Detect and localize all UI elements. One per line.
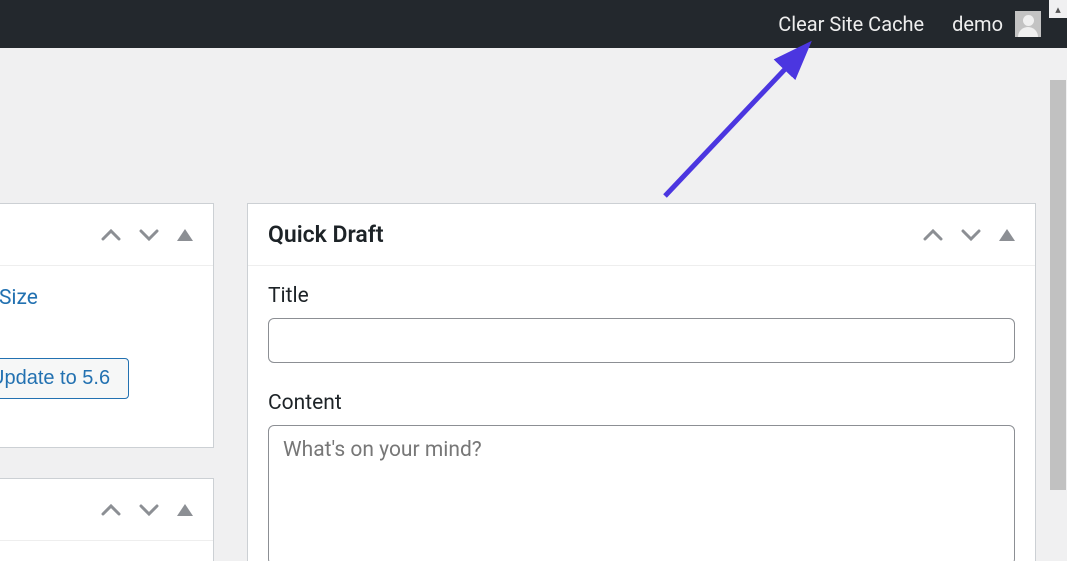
- move-down-icon[interactable]: [139, 228, 159, 242]
- avatar-icon: [1015, 11, 1041, 37]
- username-label: demo: [952, 12, 1003, 36]
- admin-topbar: Clear Site Cache demo: [0, 0, 1067, 48]
- move-up-icon[interactable]: [923, 228, 943, 242]
- title-label: Title: [268, 284, 1015, 308]
- quick-draft-widget: Quick Draft Title Content: [247, 203, 1036, 561]
- update-button[interactable]: Update to 5.6: [0, 358, 129, 399]
- move-down-icon[interactable]: [139, 503, 159, 517]
- theme-size-link[interactable]: ne Size: [0, 286, 38, 310]
- scrollbar-up-arrow-icon[interactable]: ▴: [1049, 0, 1067, 18]
- toggle-icon[interactable]: [177, 504, 193, 516]
- left-widget: ne Size Update to 5.6: [0, 203, 214, 448]
- content-label: Content: [268, 391, 1015, 415]
- user-menu[interactable]: demo: [938, 11, 1055, 37]
- title-input[interactable]: [268, 318, 1015, 363]
- widget-header: Quick Draft: [248, 204, 1035, 266]
- scrollbar-thumb[interactable]: [1050, 80, 1066, 490]
- left-widget-bottom: [0, 478, 214, 561]
- clear-cache-link[interactable]: Clear Site Cache: [764, 12, 938, 36]
- widget-header: [0, 479, 213, 541]
- widget-header: [0, 204, 213, 266]
- toggle-icon[interactable]: [177, 229, 193, 241]
- content-textarea[interactable]: [268, 425, 1015, 561]
- vertical-scrollbar[interactable]: ▴: [1049, 48, 1067, 561]
- move-down-icon[interactable]: [961, 228, 981, 242]
- move-up-icon[interactable]: [101, 228, 121, 242]
- widget-title: Quick Draft: [268, 221, 384, 248]
- move-up-icon[interactable]: [101, 503, 121, 517]
- toggle-icon[interactable]: [999, 229, 1015, 241]
